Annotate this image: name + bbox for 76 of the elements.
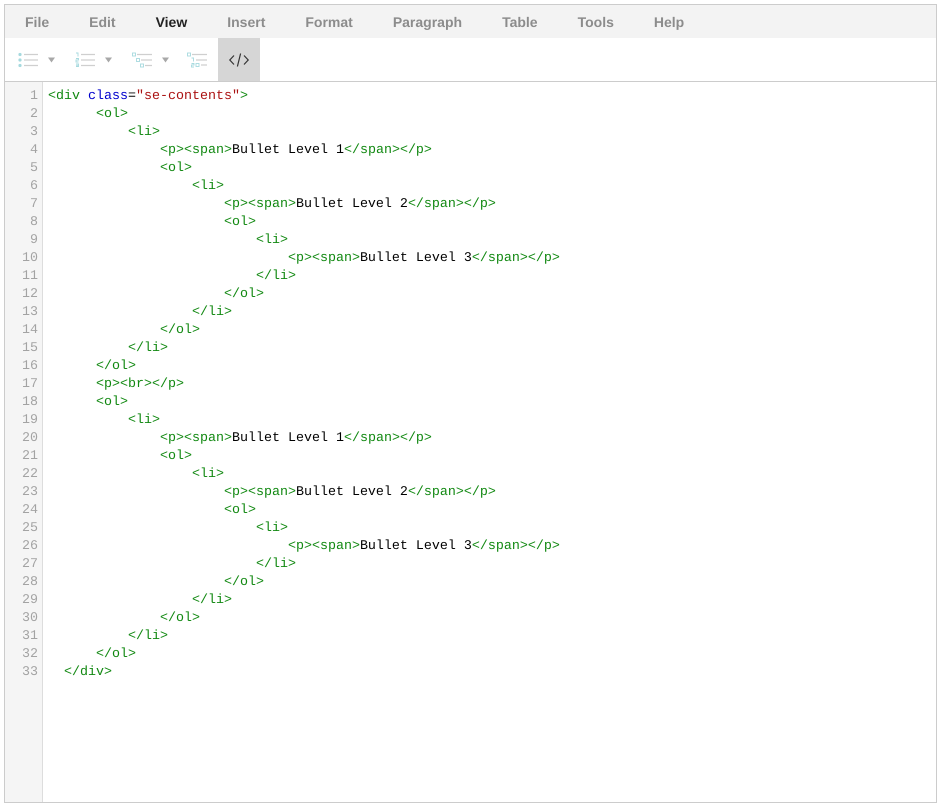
numbered-list-icon <box>75 52 95 68</box>
code-line: <p><span>Bullet Level 1</span></p> <box>160 142 432 160</box>
code-line: </ol> <box>160 322 200 340</box>
code-line: <p><br></p> <box>96 376 184 394</box>
code-line: <ol> <box>96 394 128 412</box>
bulleted-list-icon <box>18 52 38 68</box>
code-line: <li> <box>256 232 288 250</box>
line-number: 29 <box>22 592 38 610</box>
line-number: 16 <box>22 358 38 376</box>
code-line: </li> <box>128 628 168 646</box>
nested-numbered-list-icon <box>187 52 207 68</box>
line-number: 15 <box>22 340 38 358</box>
code-line: <li> <box>128 124 160 142</box>
code-view-button[interactable] <box>218 38 260 81</box>
code-line: <p><span>Bullet Level 2</span></p> <box>224 196 496 214</box>
code-line: <ol> <box>224 502 256 520</box>
line-number: 31 <box>22 628 38 646</box>
code-line: <ol> <box>160 160 192 178</box>
line-number: 5 <box>30 160 38 178</box>
line-number: 1 <box>30 88 38 106</box>
code-line: </div> <box>64 664 112 682</box>
code-line: <ol> <box>96 106 128 124</box>
caret-icon <box>162 56 169 62</box>
line-number: 21 <box>22 448 38 466</box>
line-number: 32 <box>22 646 38 664</box>
line-number: 22 <box>22 466 38 484</box>
code-line: <ol> <box>160 448 192 466</box>
line-number: 10 <box>22 250 38 268</box>
line-number: 4 <box>30 142 38 160</box>
code-line: <p><span>Bullet Level 2</span></p> <box>224 484 496 502</box>
line-number: 7 <box>30 196 38 214</box>
line-number: 13 <box>22 304 38 322</box>
line-number: 8 <box>30 214 38 232</box>
line-number: 33 <box>22 664 38 682</box>
code-line: <p><span>Bullet Level 3</span></p> <box>288 538 560 556</box>
line-number: 26 <box>22 538 38 556</box>
code-line: <li> <box>256 520 288 538</box>
line-number: 9 <box>30 232 38 250</box>
code-line: </li> <box>128 340 168 358</box>
line-number: 27 <box>22 556 38 574</box>
code-line: </ol> <box>224 286 264 304</box>
line-number: 11 <box>22 268 38 286</box>
line-number: 30 <box>22 610 38 628</box>
line-number: 3 <box>30 124 38 142</box>
code-line: <li> <box>192 178 224 196</box>
code-line: <p><span>Bullet Level 1</span></p> <box>160 430 432 448</box>
code-line: </ol> <box>160 610 200 628</box>
code-icon <box>229 52 249 68</box>
menu-item[interactable]: View <box>136 5 208 38</box>
nested-list-icon <box>132 52 152 68</box>
line-number: 25 <box>22 520 38 538</box>
line-number: 23 <box>22 484 38 502</box>
line-number: 14 <box>22 322 38 340</box>
line-number: 18 <box>22 394 38 412</box>
line-number: 28 <box>22 574 38 592</box>
caret-icon <box>105 56 112 62</box>
line-number: 2 <box>30 106 38 124</box>
code-line: <li> <box>192 466 224 484</box>
line-number: 17 <box>22 376 38 394</box>
line-number: 6 <box>30 178 38 196</box>
line-number: 20 <box>22 430 38 448</box>
code-line: <p><span>Bullet Level 3</span></p> <box>288 250 560 268</box>
code-line: <div class="se-contents"> <box>48 88 248 106</box>
line-number: 24 <box>22 502 38 520</box>
code-line: <ol> <box>224 214 256 232</box>
line-number: 12 <box>22 286 38 304</box>
caret-icon <box>48 56 55 62</box>
code-line: </li> <box>256 556 296 574</box>
code-line: <li> <box>128 412 160 430</box>
code-line: </ol> <box>96 358 136 376</box>
line-number: 19 <box>22 412 38 430</box>
code-line: </ol> <box>224 574 264 592</box>
code-line: </li> <box>256 268 296 286</box>
code-line: </li> <box>192 592 232 610</box>
code-line: </li> <box>192 304 232 322</box>
code-line: </ol> <box>96 646 136 664</box>
